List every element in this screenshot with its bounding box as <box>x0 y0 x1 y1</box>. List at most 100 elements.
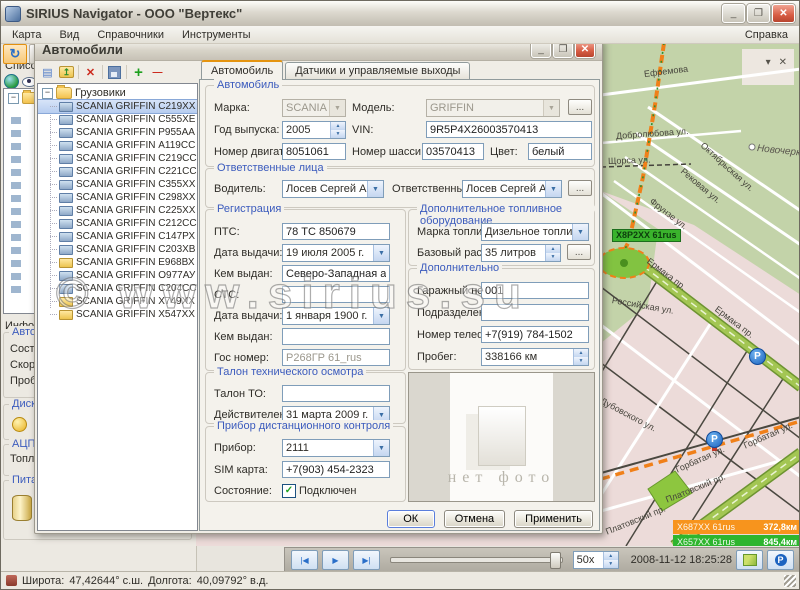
card-view-icon[interactable] <box>40 65 55 79</box>
pts-field[interactable] <box>282 223 390 240</box>
model-more-button[interactable]: ... <box>568 99 592 115</box>
close-panel-icon[interactable]: ✕ <box>779 57 787 68</box>
spin-down-icon[interactable] <box>604 560 618 568</box>
model-combo[interactable]: GRIFFIN <box>426 99 560 117</box>
phone-field[interactable] <box>481 326 589 343</box>
spin-up-icon[interactable] <box>604 552 618 560</box>
add-icon[interactable] <box>131 65 146 79</box>
close-button[interactable]: ✕ <box>772 4 795 23</box>
tree-item-vehicle[interactable]: SCANIA GRIFFIN С555ХЕ 61rus <box>38 113 197 126</box>
tree-root[interactable]: − Грузовики <box>38 86 197 100</box>
timeline-slider[interactable] <box>390 557 563 563</box>
tree-item-vehicle[interactable]: SCANIA GRIFFIN Е968ВХ 161rus <box>38 256 197 269</box>
spin-up-icon[interactable] <box>574 349 588 357</box>
cancel-button[interactable]: Отмена <box>444 510 505 528</box>
year-spinner[interactable]: 2005 <box>282 121 346 139</box>
sim-field[interactable] <box>282 461 390 478</box>
maximize-button[interactable]: ❐ <box>747 4 770 23</box>
tree-item-vehicle[interactable]: SCANIA GRIFFIN С204СС 61rus <box>38 282 197 295</box>
responsible-combo[interactable]: Лосев Сергей Анатоль <box>462 180 562 198</box>
tree-item-vehicle[interactable]: SCANIA GRIFFIN О977АУ 61rus <box>38 269 197 282</box>
vin-field[interactable] <box>426 121 592 138</box>
tree-item-vehicle[interactable]: SCANIA GRIFFIN С298ХХ 61rus <box>38 191 197 204</box>
device-combo[interactable]: 2111 <box>282 439 390 457</box>
save-icon[interactable] <box>108 66 121 79</box>
tree-item-vehicle[interactable]: SCANIA GRIFFIN С219ХХ 61rus <box>38 100 197 113</box>
spin-down-icon[interactable] <box>574 357 588 365</box>
tree-item-vehicle[interactable]: SCANIA GRIFFIN А119СС 61rus <box>38 139 197 152</box>
color-field[interactable] <box>528 143 592 160</box>
menu-directories[interactable]: Справочники <box>88 28 173 42</box>
tree-item-vehicle[interactable]: SCANIA GRIFFIN Р955АА 61rus <box>38 126 197 139</box>
spin-down-icon[interactable] <box>331 130 345 138</box>
engine-field[interactable] <box>282 143 346 160</box>
export-icon[interactable] <box>59 66 74 78</box>
vehicle-tree[interactable]: − Грузовики SCANIA GRIFFIN С219ХХ 61rusS… <box>37 83 198 531</box>
tab-vehicle[interactable]: Автомобиль <box>201 60 283 79</box>
speed-spinner[interactable]: 50x <box>573 551 619 569</box>
division-field[interactable] <box>481 304 589 321</box>
garage-field[interactable] <box>481 282 589 299</box>
skip-back-button[interactable]: |◀ <box>291 550 318 570</box>
chevron-down-icon[interactable] <box>572 224 588 240</box>
connected-checkbox[interactable]: ✓ <box>282 484 296 498</box>
chevron-down-icon[interactable] <box>543 100 559 116</box>
minimize-button[interactable]: _ <box>722 4 745 23</box>
tree-item-vehicle[interactable]: SCANIA GRIFFIN Х749ХХ 161rus <box>38 295 197 308</box>
tree-item-vehicle[interactable]: SCANIA GRIFFIN С225ХХ 61rus <box>38 204 197 217</box>
persons-more-button[interactable]: ... <box>568 180 592 196</box>
slider-thumb[interactable] <box>550 552 561 569</box>
issue-date-combo[interactable]: 19 июля 2005 г. <box>282 244 390 262</box>
tab-sensors[interactable]: Датчики и управляемые выходы <box>285 62 470 79</box>
spin-down-icon[interactable] <box>546 253 560 261</box>
tree-item-vehicle[interactable]: SCANIA GRIFFIN С355ХХ 61rus <box>38 178 197 191</box>
menu-help[interactable]: Справка <box>736 28 797 42</box>
menu-map[interactable]: Карта <box>3 28 50 42</box>
apply-button[interactable]: Применить <box>514 510 593 528</box>
chevron-down-icon[interactable] <box>545 181 561 197</box>
globe-icon[interactable] <box>4 74 19 89</box>
tree-item-vehicle[interactable]: SCANIA GRIFFIN С212СС 61rus <box>38 217 197 230</box>
mileage-spinner[interactable]: 338166 км <box>481 348 589 366</box>
tree-item-vehicle[interactable]: SCANIA GRIFFIN С203ХВ 61rus <box>38 243 197 256</box>
track-badge-orange[interactable]: Х687ХХ 61rus 372,8км <box>673 520 800 534</box>
track-badge-green[interactable]: Х657ХХ 61rus 845,4км <box>673 535 800 546</box>
plate-field[interactable] <box>282 349 390 366</box>
chevron-down-icon[interactable] <box>373 308 389 324</box>
vehicle-plate-marker[interactable]: Х8Р2ХХ 61rus <box>612 229 681 242</box>
spin-up-icon[interactable] <box>331 122 345 130</box>
ticket-field[interactable] <box>282 385 390 402</box>
chevron-down-icon[interactable] <box>367 181 383 197</box>
menu-tools[interactable]: Инструменты <box>173 28 260 42</box>
chevron-down-icon[interactable] <box>373 440 389 456</box>
parking-marker[interactable]: P <box>706 431 723 448</box>
tracks-button[interactable] <box>736 550 763 570</box>
driver-combo[interactable]: Лосев Сергей Анатоль <box>282 180 384 198</box>
delete-icon[interactable] <box>83 65 98 79</box>
expander-icon[interactable]: − <box>42 88 53 99</box>
parking-marker[interactable]: P <box>749 348 766 365</box>
fuel-rate-spinner[interactable]: 35 литров <box>481 244 561 262</box>
tree-item-vehicle[interactable]: SCANIA GRIFFIN Х547ХХ 161rus <box>38 308 197 321</box>
tree-item-vehicle[interactable]: SCANIA GRIFFIN С219СС 61rus <box>38 152 197 165</box>
spin-up-icon[interactable] <box>546 245 560 253</box>
issuer-field[interactable] <box>282 265 390 282</box>
play-button[interactable]: ▶ <box>322 550 349 570</box>
expander-icon[interactable]: − <box>8 93 19 104</box>
collapse-icon[interactable]: ▾ <box>766 57 771 68</box>
chassis-field[interactable] <box>422 143 484 160</box>
parkings-button[interactable]: P <box>767 550 794 570</box>
refresh-button[interactable] <box>3 44 27 64</box>
skip-forward-button[interactable]: ▶| <box>353 550 380 570</box>
tree-item-vehicle[interactable]: SCANIA GRIFFIN С221СС 61rus <box>38 165 197 178</box>
tree-item-vehicle[interactable]: SCANIA GRIFFIN С147РХ 161rus <box>38 230 197 243</box>
chevron-down-icon[interactable] <box>329 100 345 116</box>
ok-button[interactable]: ОК <box>387 510 435 528</box>
resize-grip[interactable] <box>784 575 796 587</box>
chevron-down-icon[interactable] <box>373 245 389 261</box>
issuer2-field[interactable] <box>282 328 390 345</box>
remove-icon[interactable] <box>150 65 165 79</box>
sts-field[interactable] <box>282 286 390 303</box>
issue-date2-combo[interactable]: 1 января 1900 г. <box>282 307 390 325</box>
fuel-type-combo[interactable]: Дизельное топливо <box>481 223 589 241</box>
